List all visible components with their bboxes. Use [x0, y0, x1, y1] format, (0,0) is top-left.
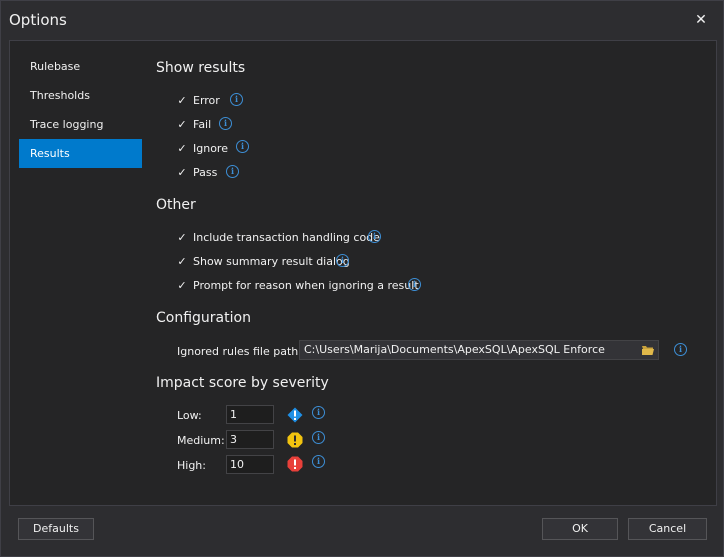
high-info-icon[interactable]: i [312, 455, 325, 468]
error-info-icon[interactable]: i [230, 93, 243, 106]
medium-label: Medium: [177, 434, 225, 447]
prompt-info-icon[interactable]: i [408, 278, 421, 291]
high-severity-icon [287, 456, 303, 472]
title-bar: Options ✕ [1, 1, 723, 39]
path-info-icon[interactable]: i [674, 343, 687, 356]
nav-item-thresholds[interactable]: Thresholds [19, 81, 142, 110]
summary-checkbox-row[interactable]: ✓ Show summary result dialog [177, 255, 350, 268]
medium-severity-icon [287, 432, 303, 448]
pass-checkbox-row[interactable]: ✓ Pass [177, 166, 217, 179]
medium-score-input[interactable]: 3 [226, 430, 274, 449]
dialog-title: Options [9, 11, 67, 29]
show-results-heading: Show results [156, 60, 246, 76]
ok-button[interactable]: OK [542, 518, 618, 540]
transaction-label: Include transaction handling code [193, 231, 380, 244]
options-content: Rulebase Thresholds Trace logging Result… [9, 40, 717, 506]
summary-info-icon[interactable]: i [336, 254, 349, 267]
close-icon[interactable]: ✕ [691, 10, 711, 30]
transaction-checkbox[interactable]: ✓ [177, 232, 187, 243]
error-label: Error [193, 94, 220, 107]
fail-checkbox-row[interactable]: ✓ Fail [177, 118, 211, 131]
summary-label: Show summary result dialog [193, 255, 350, 268]
results-panel: Show results ✓ Error i ✓ Fail i ✓ Ignore… [156, 41, 706, 501]
nav-item-trace-logging[interactable]: Trace logging [19, 110, 142, 139]
cancel-button[interactable]: Cancel [628, 518, 707, 540]
pass-checkbox[interactable]: ✓ [177, 167, 187, 178]
other-heading: Other [156, 197, 196, 213]
options-nav: Rulebase Thresholds Trace logging Result… [19, 52, 142, 168]
folder-open-icon[interactable] [641, 344, 655, 356]
nav-item-results[interactable]: Results [19, 139, 142, 168]
transaction-checkbox-row[interactable]: ✓ Include transaction handling code [177, 231, 380, 244]
ignored-rules-path-input[interactable]: C:\Users\Marija\Documents\ApexSQL\ApexSQ… [299, 340, 659, 360]
low-label: Low: [177, 409, 202, 422]
high-label: High: [177, 459, 206, 472]
fail-label: Fail [193, 118, 212, 131]
defaults-button[interactable]: Defaults [18, 518, 94, 540]
ignore-checkbox[interactable]: ✓ [177, 143, 187, 154]
error-checkbox[interactable]: ✓ [177, 95, 187, 106]
path-value: C:\Users\Marija\Documents\ApexSQL\ApexSQ… [304, 343, 605, 356]
prompt-label: Prompt for reason when ignoring a result [193, 279, 419, 292]
prompt-checkbox-row[interactable]: ✓ Prompt for reason when ignoring a resu… [177, 279, 419, 292]
ignore-info-icon[interactable]: i [236, 140, 249, 153]
high-score-input[interactable]: 10 [226, 455, 274, 474]
configuration-heading: Configuration [156, 310, 251, 326]
pass-label: Pass [193, 166, 218, 179]
medium-info-icon[interactable]: i [312, 431, 325, 444]
prompt-checkbox[interactable]: ✓ [177, 280, 187, 291]
low-info-icon[interactable]: i [312, 406, 325, 419]
ignore-checkbox-row[interactable]: ✓ Ignore [177, 142, 228, 155]
error-checkbox-row[interactable]: ✓ Error [177, 94, 220, 107]
transaction-info-icon[interactable]: i [368, 230, 381, 243]
fail-info-icon[interactable]: i [219, 117, 232, 130]
path-label: Ignored rules file path : [177, 345, 306, 358]
ignore-label: Ignore [193, 142, 228, 155]
low-score-input[interactable]: 1 [226, 405, 274, 424]
pass-info-icon[interactable]: i [226, 165, 239, 178]
impact-heading: Impact score by severity [156, 375, 329, 391]
fail-checkbox[interactable]: ✓ [177, 119, 187, 130]
nav-item-rulebase[interactable]: Rulebase [19, 52, 142, 81]
options-dialog: Options ✕ Rulebase Thresholds Trace logg… [0, 0, 724, 557]
summary-checkbox[interactable]: ✓ [177, 256, 187, 267]
low-severity-icon [287, 407, 303, 423]
